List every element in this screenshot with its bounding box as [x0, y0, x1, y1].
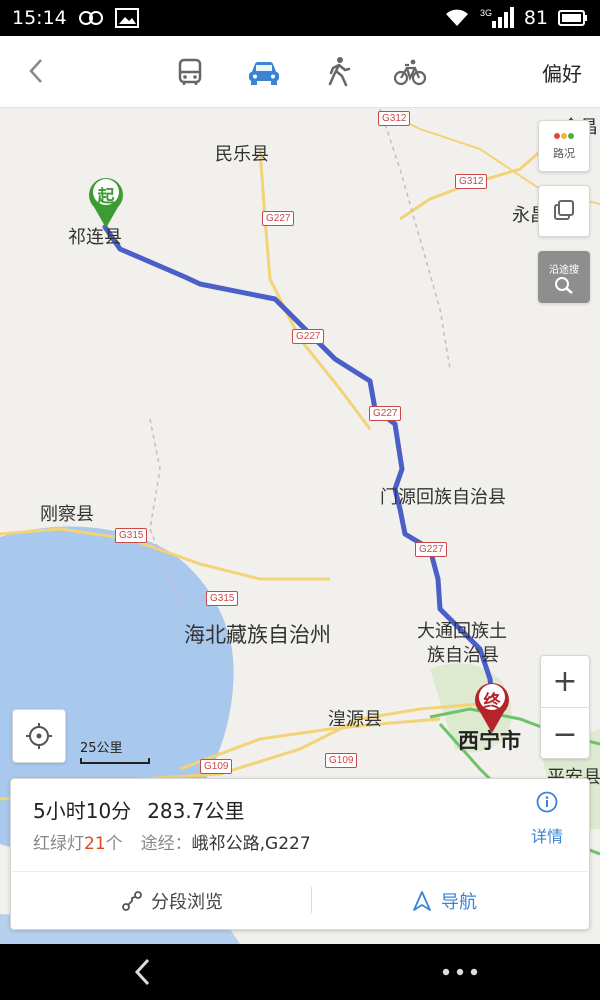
map-scale: 25公里: [80, 737, 150, 764]
zoom-control: + −: [540, 655, 590, 759]
screen: 15:14 3G 81 偏好 G312 G312 G227 G227 G227 …: [0, 0, 600, 1000]
traffic-light-icon: [554, 133, 574, 139]
traffic-lights-count: 21: [84, 834, 106, 854]
svg-text:3G: 3G: [480, 8, 492, 18]
route-distance: 283.7公里: [147, 799, 245, 823]
place-label: 门源回族自治县: [380, 487, 506, 508]
place-label: 海北藏族自治州: [184, 623, 331, 647]
back-button[interactable]: [22, 56, 52, 86]
segment-browse-label: 分段浏览: [151, 892, 223, 913]
navigation-arrow-icon: [413, 891, 431, 911]
road-shield: G227: [262, 211, 295, 226]
info-icon: [536, 791, 558, 813]
place-label: 族自治县: [427, 645, 499, 666]
system-back-button[interactable]: [128, 956, 158, 988]
road-shield: G227: [415, 542, 448, 557]
preference-button[interactable]: 偏好: [542, 58, 582, 87]
details-label: 详情: [530, 827, 563, 846]
status-time: 15:14: [12, 7, 67, 29]
road-shield: G109: [325, 753, 358, 768]
mode-bike-button[interactable]: [390, 54, 430, 90]
start-marker-label: 起: [97, 187, 115, 207]
chevron-left-icon: [29, 59, 42, 83]
navigate-button[interactable]: 导航: [411, 883, 477, 919]
road-shield: G315: [206, 591, 239, 606]
mode-bus-button[interactable]: [170, 54, 210, 90]
image-icon: [114, 8, 139, 28]
route-summary: 5小时10分 283.7公里: [33, 795, 244, 824]
traffic-label: 路况: [553, 147, 575, 160]
mode-car-button[interactable]: [244, 54, 284, 90]
chevron-left-icon: [134, 958, 150, 986]
route-subinfo: 红绿灯21个 途经：峨祁公路,G227: [33, 829, 311, 854]
divider: [11, 871, 589, 872]
place-label: 湟源县: [328, 709, 382, 730]
road-shield: G315: [115, 528, 148, 543]
via-roads: 峨祁公路,G227: [191, 834, 311, 854]
zoom-out-button[interactable]: −: [541, 708, 589, 760]
place-label: 大通回族土: [417, 621, 507, 642]
link-icon: [77, 10, 105, 26]
end-marker-label: 终: [483, 692, 501, 712]
route-segments-icon: [122, 891, 142, 911]
road-shield: G109: [200, 759, 233, 774]
route-summary-card[interactable]: 5小时10分 283.7公里 红绿灯21个 途经：峨祁公路,G227 详情 分段…: [10, 778, 590, 930]
road-shield: G312: [455, 174, 488, 189]
locate-button[interactable]: [12, 709, 66, 763]
cell-signal-icon: 3G: [480, 7, 514, 29]
system-menu-button[interactable]: [440, 964, 480, 980]
status-bar: 15:14 3G 81: [0, 0, 600, 36]
more-dots-icon: [442, 968, 478, 976]
bike-icon: [393, 59, 427, 86]
road-shield: G227: [292, 329, 325, 344]
mode-walk-button[interactable]: [318, 54, 358, 90]
divider: [311, 887, 312, 913]
end-marker[interactable]: 终: [472, 678, 512, 734]
system-nav-bar: [0, 944, 600, 1000]
road-shield: G227: [369, 406, 402, 421]
road-shield: G312: [378, 111, 411, 126]
magnifier-icon: [555, 276, 573, 294]
battery-icon: [558, 10, 588, 26]
traffic-button[interactable]: 路况: [538, 120, 590, 172]
route-mode-bar: 偏好: [0, 36, 600, 108]
battery-percent: 81: [523, 7, 548, 29]
along-search-label: 沿途搜: [549, 264, 579, 276]
details-button[interactable]: 详情: [527, 791, 567, 847]
place-label: 民乐县: [215, 144, 269, 165]
via-info: 途经：峨祁公路,G227: [140, 834, 311, 854]
layers-icon: [554, 200, 574, 220]
scale-label: 25公里: [80, 741, 123, 756]
car-icon: [249, 62, 279, 85]
wifi-icon: [444, 8, 470, 28]
route-duration: 5小时10分: [33, 799, 132, 823]
traffic-lights-info: 红绿灯21个: [33, 834, 123, 854]
zoom-in-button[interactable]: +: [541, 656, 589, 708]
crosshair-icon: [26, 723, 52, 749]
layers-button[interactable]: [538, 185, 590, 237]
bus-icon: [178, 58, 202, 85]
navigate-label: 导航: [441, 892, 477, 913]
along-search-button[interactable]: 沿途搜: [538, 251, 590, 303]
start-marker[interactable]: 起: [86, 173, 126, 229]
scale-bar: [80, 758, 150, 764]
segment-browse-button[interactable]: 分段浏览: [121, 883, 223, 919]
walk-icon: [328, 57, 351, 87]
place-label: 刚察县: [40, 504, 94, 525]
